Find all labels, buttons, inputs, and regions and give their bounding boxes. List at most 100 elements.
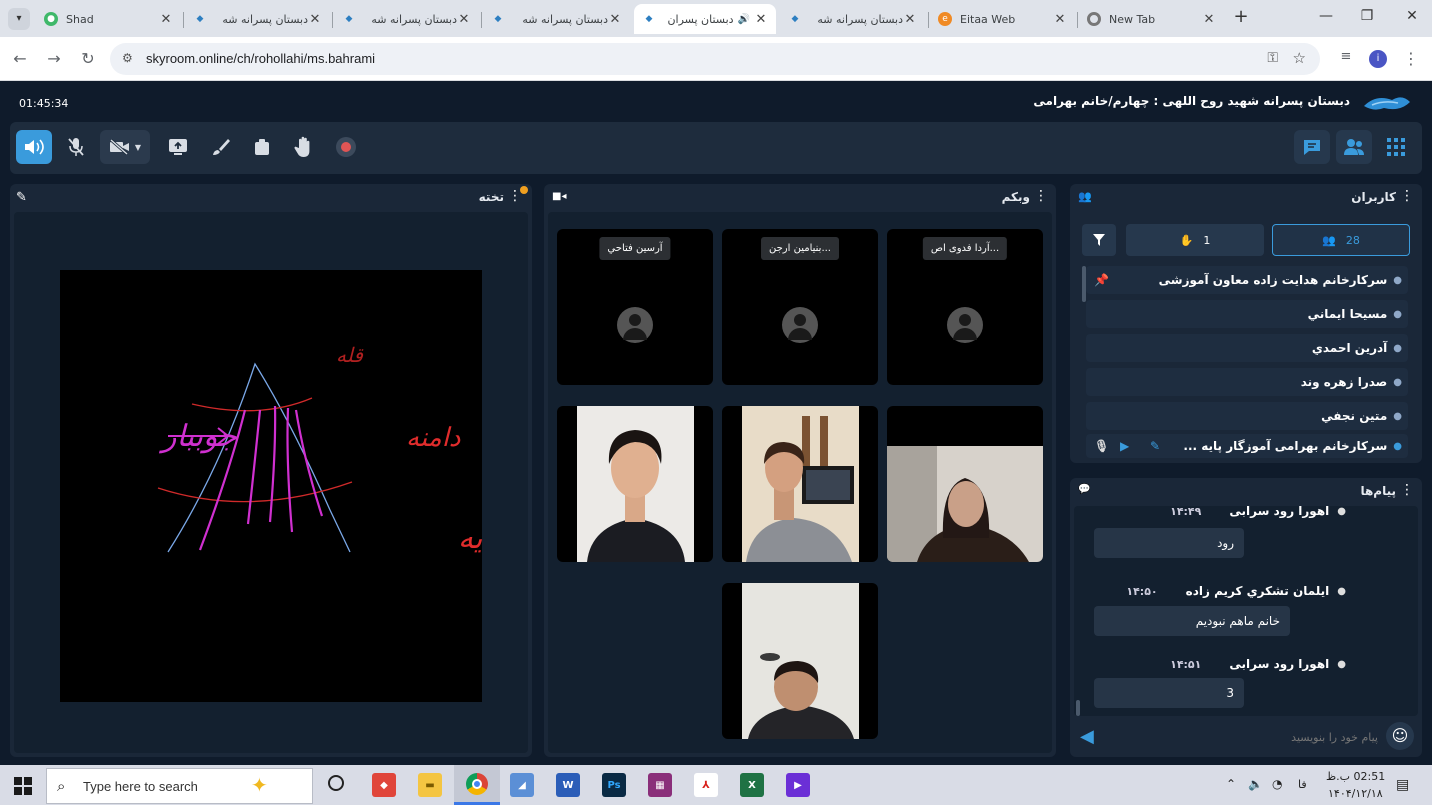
pin-icon[interactable]: 📌 bbox=[1094, 273, 1109, 287]
raise-hand-button[interactable] bbox=[286, 130, 322, 164]
users-icon: 👥 bbox=[1078, 190, 1092, 203]
word-icon[interactable]: W bbox=[556, 773, 580, 797]
browser-tab-active[interactable]: ◆ دبستان پسران 🔊 ✕ bbox=[634, 4, 776, 34]
network-icon[interactable]: ◔ bbox=[1272, 777, 1282, 791]
microphone-muted-button[interactable] bbox=[58, 130, 94, 164]
webcam-tile[interactable]: آردا فدوی اص... bbox=[887, 229, 1043, 385]
user-row[interactable]: ● مسيحا ايماني bbox=[1086, 300, 1408, 328]
chrome-taskbar-item[interactable] bbox=[454, 765, 500, 805]
minimize-icon[interactable]: — bbox=[1316, 8, 1336, 24]
files-button[interactable] bbox=[244, 130, 280, 164]
close-window-icon[interactable]: ✕ bbox=[1402, 8, 1422, 24]
user-row[interactable]: ● آدرين احمدي bbox=[1086, 334, 1408, 362]
omnibox[interactable]: ⚙ skyroom.online/ch/rohollahi/ms.bahrami… bbox=[110, 43, 1320, 75]
tray-chevron-icon[interactable]: ⌃ bbox=[1226, 777, 1236, 791]
close-tab-icon[interactable]: ✕ bbox=[1053, 12, 1067, 27]
webcam-tile[interactable]: بنيامين ارجن... bbox=[722, 229, 878, 385]
password-key-icon[interactable]: ⚿ bbox=[1267, 50, 1278, 66]
all-users-tab[interactable]: 👥 28 bbox=[1272, 224, 1410, 256]
close-tab-icon[interactable]: ✕ bbox=[608, 12, 622, 27]
volume-icon[interactable]: 🔈 bbox=[1248, 777, 1263, 791]
browser-tab[interactable]: ● Shad ✕ bbox=[36, 4, 181, 34]
media-control-icon[interactable]: ≡ bbox=[1336, 49, 1356, 64]
send-icon[interactable]: ◀ bbox=[1080, 726, 1094, 747]
whiteboard-area[interactable]: جوببار دامنه قله کوهپایه bbox=[14, 212, 528, 753]
user-row[interactable]: ● سرکارخانم هدایت زاده معاون آموزشی 📌 bbox=[1086, 266, 1408, 294]
user-row[interactable]: ● سرکارخانم بهرامی آموزگار پایه ... ✎ ▶ … bbox=[1086, 434, 1408, 458]
camera-off-button[interactable]: ▼ bbox=[100, 130, 150, 164]
message-input[interactable] bbox=[1108, 724, 1378, 750]
browser-tab[interactable]: ◆ دبستان پسرانه شه ✕ bbox=[483, 4, 630, 34]
acrobat-icon[interactable]: ⅄ bbox=[694, 773, 718, 797]
forward-icon[interactable]: → bbox=[44, 49, 64, 68]
browser-tab[interactable]: e Eitaa Web ✕ bbox=[930, 4, 1075, 34]
browser-tab[interactable]: New Tab ✕ bbox=[1079, 4, 1224, 34]
apps-grid-button[interactable] bbox=[1378, 130, 1414, 164]
reload-icon[interactable]: ↻ bbox=[78, 49, 98, 68]
share-screen-button[interactable] bbox=[160, 130, 196, 164]
record-button[interactable] bbox=[328, 130, 364, 164]
media-player-icon[interactable]: ▶ bbox=[786, 773, 810, 797]
browser-tab[interactable]: ◆ دبستان پسرانه شه ✕ bbox=[185, 4, 330, 34]
pencil-icon[interactable]: ✎ bbox=[16, 190, 27, 205]
bookmark-star-icon[interactable]: ☆ bbox=[1293, 49, 1306, 67]
messages-menu-icon[interactable]: ⋮ bbox=[1400, 482, 1414, 498]
mic-off-icon bbox=[68, 138, 84, 156]
user-row[interactable]: ● متين نجفي bbox=[1086, 402, 1408, 430]
whiteboard-brush-button[interactable] bbox=[202, 130, 238, 164]
speaker-button[interactable] bbox=[16, 130, 52, 164]
windows-start-icon[interactable] bbox=[14, 777, 32, 795]
user-row[interactable]: ● صدرا زهره وند bbox=[1086, 368, 1408, 396]
photoshop-icon[interactable]: Ps bbox=[602, 773, 626, 797]
emoji-icon[interactable]: ☺ bbox=[1386, 722, 1414, 750]
browser-tab[interactable]: ◆ دبستان پسرانه شه ✕ bbox=[334, 4, 479, 34]
tab-search-button[interactable]: ▾ bbox=[8, 8, 30, 30]
webcam-tile[interactable]: آرسين فتاحي bbox=[557, 229, 713, 385]
filter-button[interactable] bbox=[1082, 224, 1116, 256]
users-menu-icon[interactable]: ⋮ bbox=[1400, 188, 1414, 204]
site-info-icon[interactable]: ⚙ bbox=[122, 51, 133, 65]
webcam-video-tile[interactable] bbox=[887, 406, 1043, 562]
webcam-video-tile[interactable] bbox=[557, 406, 713, 562]
new-tab-button[interactable]: + bbox=[1231, 6, 1251, 27]
whiteboard-label-slope: دامنه bbox=[406, 423, 461, 453]
chevron-down-icon[interactable]: ▼ bbox=[135, 143, 141, 152]
taskbar-search-box[interactable]: ⌕ Type here to search ✦ bbox=[46, 768, 313, 804]
paint-app-icon[interactable]: ◢ bbox=[510, 773, 534, 797]
browser-menu-icon[interactable]: ⋮ bbox=[1401, 49, 1421, 68]
raised-hands-tab[interactable]: ✋ 1 bbox=[1126, 224, 1264, 256]
users-toggle-button[interactable] bbox=[1336, 130, 1372, 164]
close-tab-icon[interactable]: ✕ bbox=[457, 12, 471, 27]
excel-icon[interactable]: X bbox=[740, 773, 764, 797]
winrar-icon[interactable]: ▦ bbox=[648, 773, 672, 797]
profile-avatar[interactable]: i bbox=[1369, 50, 1387, 68]
message-bubble: رود bbox=[1094, 528, 1244, 558]
notifications-icon[interactable]: ▤ bbox=[1396, 777, 1409, 793]
close-tab-icon[interactable]: ✕ bbox=[159, 12, 173, 27]
speaker-icon[interactable]: 🔊 bbox=[738, 14, 750, 25]
close-tab-icon[interactable]: ✕ bbox=[754, 12, 768, 27]
webcam-video-tile[interactable] bbox=[722, 583, 878, 739]
close-tab-icon[interactable]: ✕ bbox=[308, 12, 322, 27]
clock-time[interactable]: 02:51 ب.ظ bbox=[1326, 770, 1385, 783]
file-explorer-icon[interactable]: ▬ bbox=[418, 773, 442, 797]
task-view-icon[interactable] bbox=[328, 775, 344, 791]
input-language[interactable]: فا bbox=[1298, 778, 1307, 791]
restore-icon[interactable]: ❐ bbox=[1357, 8, 1377, 24]
brush-icon bbox=[213, 139, 230, 155]
messages-scrollbar[interactable] bbox=[1076, 700, 1080, 716]
clock-date[interactable]: ۱۴۰۴/۱۲/۱۸ bbox=[1328, 787, 1383, 800]
close-tab-icon[interactable]: ✕ bbox=[903, 12, 917, 27]
browser-tab[interactable]: ◆ دبستان پسرانه شه ✕ bbox=[780, 4, 925, 34]
message-time: ۱۴:۵۰ bbox=[1126, 584, 1158, 598]
url-text[interactable]: skyroom.online/ch/rohollahi/ms.bahrami bbox=[146, 51, 375, 66]
close-tab-icon[interactable]: ✕ bbox=[1202, 12, 1216, 27]
anydesk-icon[interactable]: ◆ bbox=[372, 773, 396, 797]
message-author: اهورا رود سرابی bbox=[1229, 657, 1330, 671]
chat-toggle-button[interactable] bbox=[1294, 130, 1330, 164]
back-icon[interactable]: ← bbox=[10, 49, 30, 68]
whiteboard-label-peak: قله bbox=[336, 343, 364, 367]
whiteboard-canvas[interactable]: جوببار دامنه قله کوهپایه bbox=[60, 270, 482, 702]
webcam-menu-icon[interactable]: ⋮ bbox=[1034, 188, 1048, 204]
webcam-video-tile[interactable] bbox=[722, 406, 878, 562]
